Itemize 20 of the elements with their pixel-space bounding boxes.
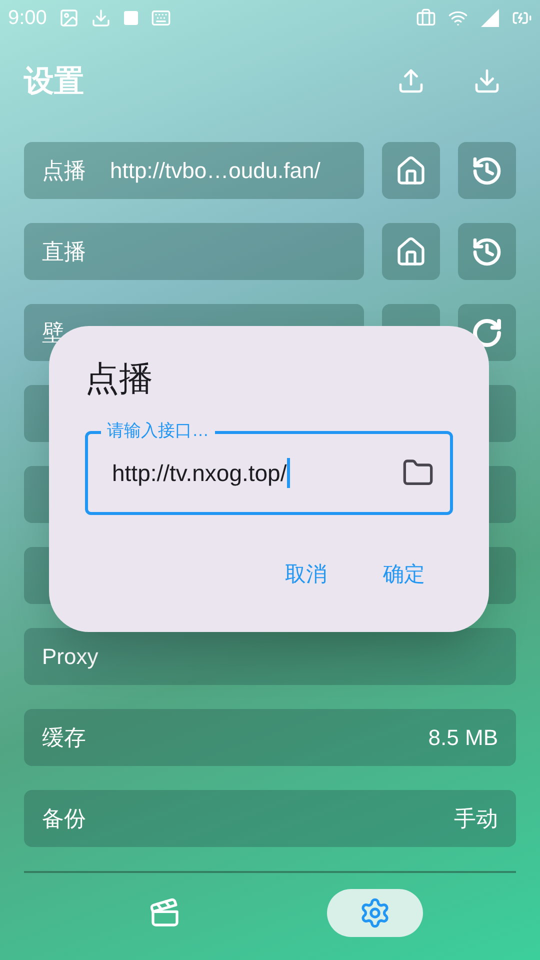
setting-row[interactable]: 备份 手动 bbox=[24, 790, 516, 847]
status-time: 9:00 bbox=[8, 6, 47, 31]
setting-value: http://tvbo…oudu.fan/ bbox=[110, 157, 320, 185]
setting-value: 8.5 MB bbox=[428, 724, 498, 752]
setting-label: 直播 bbox=[42, 238, 86, 266]
field-value: http://tv.nxog.top/ bbox=[112, 458, 287, 488]
setting-label: 备份 bbox=[42, 805, 86, 833]
setting-value: 手动 bbox=[454, 805, 498, 833]
setting-row[interactable]: Proxy bbox=[24, 628, 516, 685]
setting-label: Proxy bbox=[42, 643, 98, 671]
setting-row[interactable]: 缓存 8.5 MB bbox=[24, 709, 516, 766]
dialog-title: 点播 bbox=[85, 359, 153, 400]
setting-row[interactable]: 点播 http://tvbo…oudu.fan/ bbox=[24, 142, 364, 199]
page-title: 设置 bbox=[24, 64, 85, 100]
setting-row[interactable]: 直播 bbox=[24, 223, 364, 280]
dialog-action[interactable]: 取消 bbox=[277, 555, 335, 594]
dialog-action[interactable]: 确定 bbox=[375, 555, 433, 594]
setting-label: 点播 bbox=[42, 157, 86, 185]
setting-label: 壁 bbox=[42, 319, 64, 347]
setting-label: 缓存 bbox=[42, 724, 86, 752]
